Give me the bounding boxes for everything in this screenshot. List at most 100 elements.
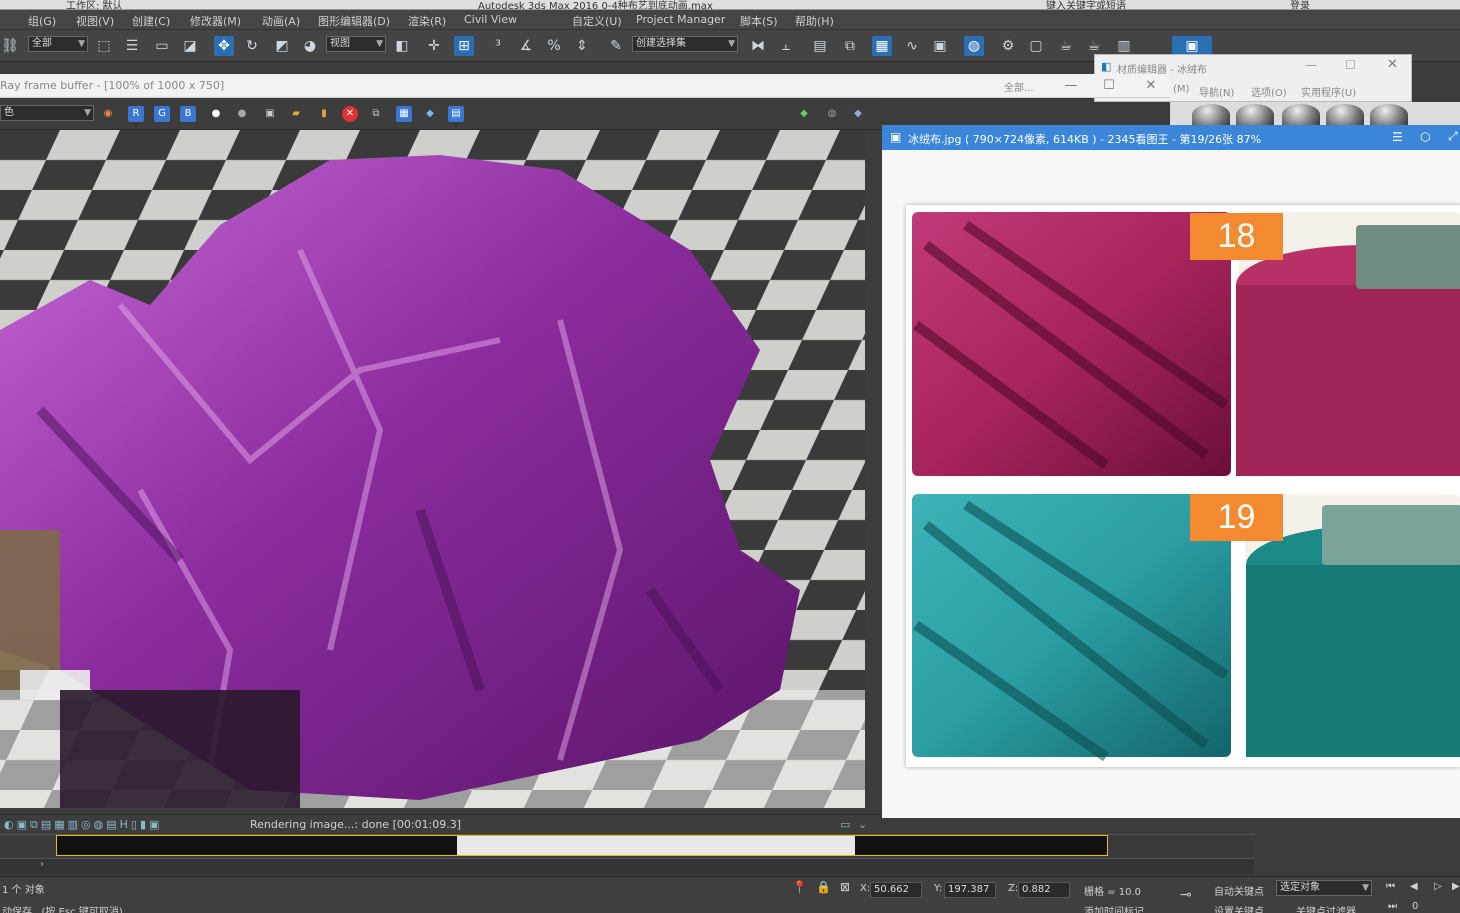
menu-create[interactable]: 创建(C) [132,13,170,29]
lock-icon[interactable]: 🔒 [816,880,831,894]
menu-graph-editors[interactable]: 图形编辑器(D) [318,13,390,29]
schematic-view-icon[interactable]: ▣ [930,36,950,56]
key-icon[interactable]: ⊸ [1180,887,1192,903]
menu-views[interactable]: 视图(V) [76,13,114,29]
layer-explorer-icon[interactable]: ▤ [810,36,830,56]
fullscreen-icon[interactable]: ⤢ [1448,129,1458,144]
menu-customize[interactable]: 自定义(U) [572,13,622,29]
rotate-icon[interactable]: ↻ [242,36,262,56]
go-to-start-icon[interactable]: ⏮ [1386,881,1395,892]
green-channel-icon[interactable]: G [154,106,170,122]
maximize-icon[interactable]: ☐ [1100,77,1118,95]
vfb-bottom-icons[interactable]: ◐▣⧉▤▦▥◎◍▤H▯▮▣ [4,818,162,832]
key-mode-toggle-icon[interactable]: ⏭ [1388,901,1397,912]
auto-key-button[interactable]: 自动关键点 [1214,883,1264,898]
sample-slot[interactable] [1192,104,1230,126]
workspace-selector[interactable]: 工作区: 默认 [66,0,123,9]
snaps-toggle-icon[interactable]: ³ [488,36,508,56]
search-input[interactable]: 键入关键字或短语 [1046,0,1126,9]
time-slider-track[interactable] [56,835,1108,856]
minimize-icon[interactable]: — [1305,58,1317,72]
percent-snap-icon[interactable]: % [544,36,564,56]
sample-slot[interactable] [1326,104,1364,126]
align-icon[interactable]: ⫠ [776,36,796,56]
login-link[interactable]: 登录 [1290,0,1310,9]
select-by-name-icon[interactable]: ☰ [122,36,142,56]
track-bar[interactable]: › [0,858,1254,874]
sample-slot[interactable] [1236,104,1274,126]
menu-animation[interactable]: 动画(A) [262,13,300,29]
time-slider-handle[interactable] [57,836,457,855]
angle-snap-icon[interactable]: ∡ [516,36,536,56]
rect-selection-icon[interactable]: ▭ [152,36,172,56]
mat-menu-options[interactable]: 选项(O) [1251,84,1287,99]
sample-slot[interactable] [1370,104,1408,126]
region-render-icon[interactable]: ▦ [396,106,412,122]
mat-menu-material[interactable]: (M) [1173,84,1189,95]
mirror-icon[interactable]: ⧓ [748,36,768,56]
z-coordinate-field[interactable]: 0.882 [1018,882,1070,898]
move-icon[interactable]: ✥ [214,36,234,56]
spinner-snap-icon[interactable]: ⇕ [572,36,592,56]
link-icon[interactable]: ⛓ [0,36,20,56]
track-mouse-icon[interactable]: ▤ [448,106,464,122]
alpha-channel-icon[interactable]: ● [208,106,224,122]
close-icon[interactable]: ✕ [1387,57,1398,72]
menu-help[interactable]: 帮助(H) [795,13,834,29]
channel-select[interactable]: 色 ▼ [0,105,94,121]
select-object-icon[interactable]: ⬚ [94,36,114,56]
close-icon[interactable]: ✕ [1142,77,1160,95]
sample-slot[interactable] [1282,104,1320,126]
key-mode-select[interactable]: 选定对象 ▼ [1276,880,1372,896]
material-editor-icon[interactable]: ◍ [964,36,984,56]
stop-icon[interactable]: ✕ [342,106,358,122]
chevron-down-icon[interactable]: ⌄ [858,818,867,831]
chevron-right-icon[interactable]: › [40,859,44,870]
current-frame-field[interactable]: 0 [1412,901,1418,912]
stereo-icon[interactable]: ◆ [850,106,866,122]
load-icon[interactable]: ▰ [288,106,304,122]
curve-editor-icon[interactable]: ∿ [902,36,922,56]
y-coordinate-field[interactable]: 197.387 [944,882,996,898]
next-frame-icon[interactable]: ▶ [1452,881,1460,892]
play-icon[interactable]: ▷ [1434,881,1442,892]
absolute-mode-icon[interactable]: ⊠ [840,880,850,894]
set-key-button[interactable]: 设置关键点 [1214,903,1264,913]
named-selection-set-select[interactable]: 创建选择集 ▼ [632,36,738,52]
vfb-history-icon[interactable]: ◆ [796,106,812,122]
selection-filter-select[interactable]: 全部 ▼ [28,36,88,52]
maximize-icon[interactable]: ☐ [1345,58,1356,72]
scale-icon[interactable]: ◩ [272,36,292,56]
menu-modifiers[interactable]: 修改器(M) [190,13,241,29]
key-filters-button[interactable]: 关键点过滤器... [1296,903,1366,913]
expand-icon[interactable]: ▭ [840,818,850,831]
window-crossing-icon[interactable]: ◪ [180,36,200,56]
save-icon[interactable]: ▣ [262,106,278,122]
select-manipulate-icon[interactable]: ✛ [424,36,444,56]
menu-scripting[interactable]: 脚本(S) [740,13,778,29]
edit-named-sets-icon[interactable]: ✎ [606,36,626,56]
mat-menu-utilities[interactable]: 实用程序(U) [1301,84,1356,99]
render-setup-icon[interactable]: ⚙ [998,36,1018,56]
menu-icon[interactable]: ☰ [1392,130,1403,144]
clear-icon[interactable]: ▮ [316,106,332,122]
menu-rendering[interactable]: 渲染(R) [408,13,446,29]
menu-project-manager[interactable]: Project Manager [636,13,725,26]
place-icon[interactable]: ◕ [300,36,320,56]
x-coordinate-field[interactable]: 50.662 [870,882,922,898]
keyboard-shortcut-icon[interactable]: ⊞ [454,36,474,56]
menu-group[interactable]: 组(G) [28,13,56,29]
render-activeshade-icon[interactable]: ▥ [1114,36,1134,56]
pin-icon[interactable]: 📍 [792,880,807,894]
toggle-ribbon-icon[interactable]: ▦ [872,36,892,56]
layers-icon[interactable]: ⧉ [840,36,860,56]
lens-effects-icon[interactable]: ◍ [824,106,840,122]
add-time-tag[interactable]: 添加时间标记 [1084,903,1144,913]
minimize-icon[interactable]: — [1062,77,1080,95]
mat-menu-navigation[interactable]: 导航(N) [1199,84,1234,99]
previous-frame-icon[interactable]: ◀ [1410,881,1418,892]
render-iterative-icon[interactable]: ☕ [1084,36,1104,56]
vray-toolbar-icon[interactable]: ▣ [1172,36,1212,56]
ref-coord-select[interactable]: 视图 ▼ [326,36,386,52]
red-channel-icon[interactable]: R [128,106,144,122]
